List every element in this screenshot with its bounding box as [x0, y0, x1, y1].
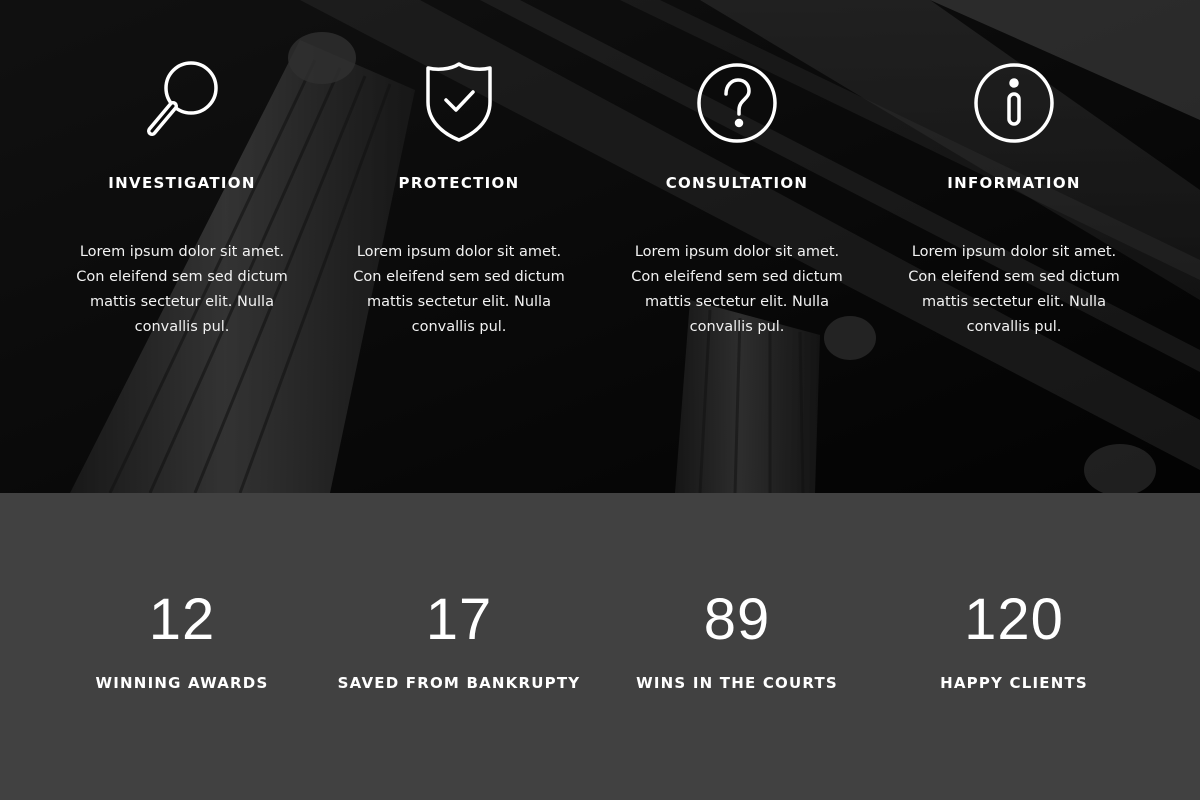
stat-value: 120 [964, 587, 1064, 652]
service-title: CONSULTATION [665, 174, 809, 192]
services-hero-section: INVESTIGATION Lorem ipsum dolor sit amet… [0, 0, 1200, 493]
stat-value: 89 [703, 587, 771, 652]
shield-check-icon [414, 58, 504, 148]
magnifier-icon [137, 58, 227, 148]
stat-label: WINNING AWARDS [95, 674, 269, 692]
question-circle-icon [692, 58, 782, 148]
info-circle-icon [969, 58, 1059, 148]
service-description: Lorem ipsum dolor sit amet. Con eleifend… [908, 244, 1120, 335]
stat-label: SAVED FROM BANKRUPTY [337, 674, 581, 692]
service-title: INFORMATION [947, 174, 1081, 192]
service-title: INVESTIGATION [108, 174, 256, 192]
stat-value: 17 [425, 587, 493, 652]
service-description: Lorem ipsum dolor sit amet. Con eleifend… [631, 244, 843, 335]
stat-label: WINS IN THE COURTS [636, 674, 838, 692]
stats-section: 12 WINNING AWARDS 17 SAVED FROM BANKRUPT… [0, 493, 1200, 800]
stat-label: HAPPY CLIENTS [940, 674, 1088, 692]
service-title: PROTECTION [398, 174, 520, 192]
service-description: Lorem ipsum dolor sit amet. Con eleifend… [76, 244, 288, 335]
service-description: Lorem ipsum dolor sit amet. Con eleifend… [353, 244, 565, 335]
services-row: INVESTIGATION Lorem ipsum dolor sit amet… [0, 0, 1200, 493]
stat-value: 12 [148, 587, 216, 652]
